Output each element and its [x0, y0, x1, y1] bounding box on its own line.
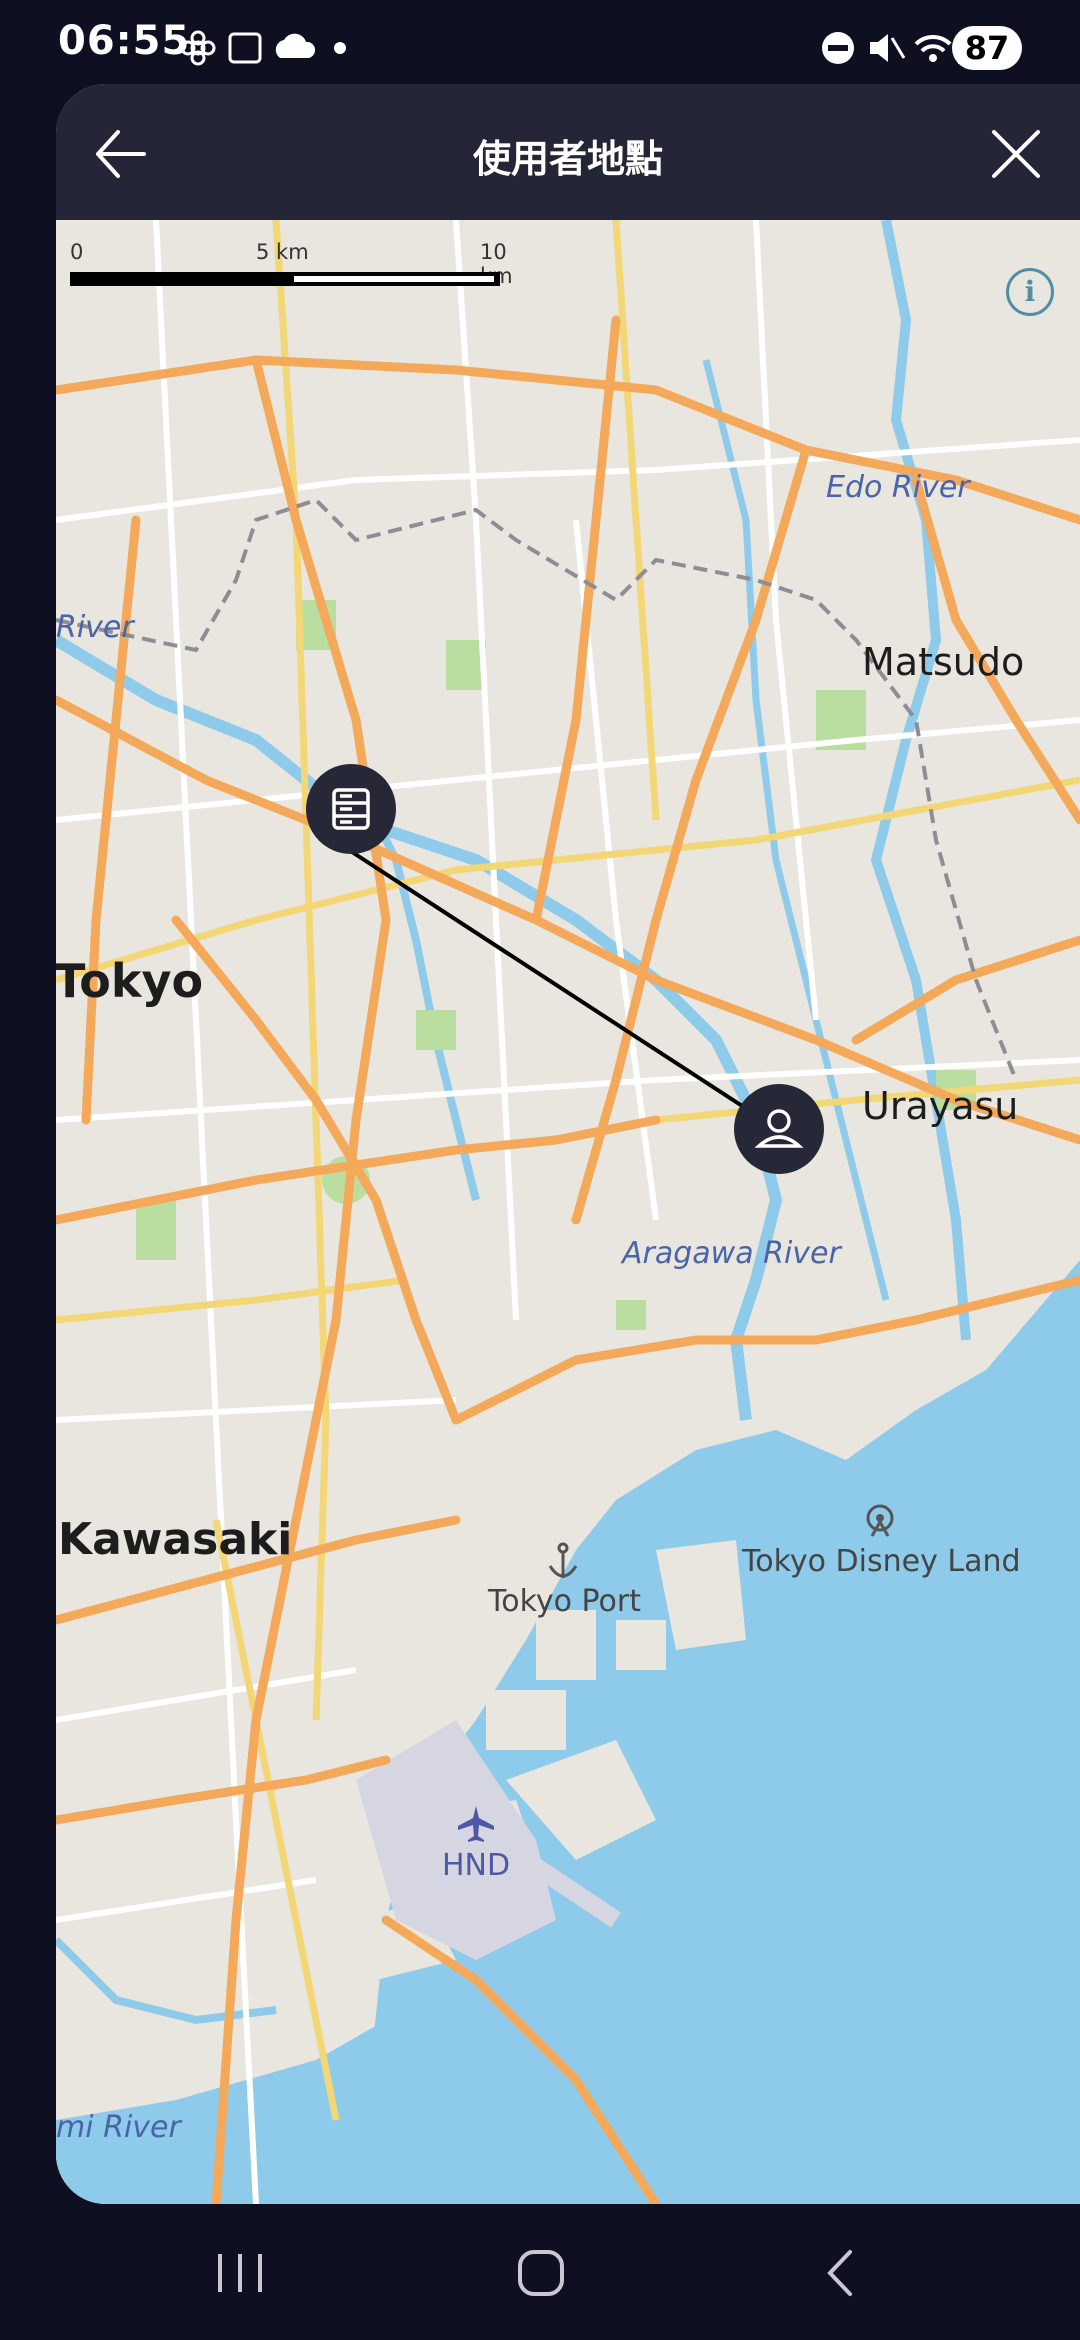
poi-label-tokyo-disney-land: Tokyo Disney Land [742, 1544, 1021, 1579]
map-view[interactable]: 0 5 km 10 km i Matsudo Tokyo Urayasu Kaw… [56, 220, 1080, 2204]
recent-apps-button[interactable] [200, 2238, 280, 2308]
map-canvas [56, 220, 1080, 2204]
scale-bar [70, 272, 500, 286]
status-bar: 06:55 87 [0, 0, 1080, 86]
server-marker[interactable] [306, 764, 396, 854]
place-label-urayasu: Urayasu [862, 1084, 1019, 1128]
server-icon [332, 788, 370, 830]
system-nav-bar [0, 2204, 1080, 2340]
water-label-edo-river: Edo River [826, 470, 970, 505]
recent-apps-icon [218, 2254, 262, 2292]
page-title: 使用者地點 [472, 137, 663, 181]
home-icon [518, 2250, 564, 2296]
user-location-card: 使用者地點 0 5 km 10 i Matsudo Tokyo Urayasu … [56, 84, 1080, 2204]
status-time: 06:55 [58, 18, 191, 64]
scale-bar-segment [294, 276, 494, 282]
user-icon [754, 1109, 804, 1148]
back-icon [827, 2250, 852, 2296]
water-label-river: River [56, 610, 134, 645]
close-icon [992, 130, 1040, 178]
poi-label-tokyo-port: Tokyo Port [488, 1584, 642, 1619]
battery-indicator: 87 [952, 26, 1022, 70]
notification-icons [180, 30, 346, 66]
place-label-tokyo: Tokyo [56, 954, 204, 1008]
poi-label-hnd: HND [442, 1848, 511, 1883]
home-button[interactable] [500, 2238, 580, 2308]
user-marker[interactable] [734, 1084, 824, 1174]
place-label-kawasaki: Kawasaki [58, 1514, 293, 1565]
scale-label-0: 0 [70, 240, 84, 264]
map-info-button[interactable]: i [1006, 268, 1054, 316]
card-header: 使用者地點 [56, 84, 1080, 220]
water-label-aragawa-river: Aragawa River [622, 1236, 841, 1271]
place-label-matsudo: Matsudo [862, 640, 1025, 684]
close-button[interactable] [986, 124, 1046, 184]
airplane-icon [458, 1806, 494, 1842]
water-label-mi-river: mi River [56, 2110, 181, 2145]
amusement-park-icon [866, 1504, 894, 1537]
scale-label-5km: 5 km [256, 240, 309, 264]
back-nav-button[interactable] [800, 2238, 880, 2308]
anchor-icon [548, 1542, 578, 1578]
map-scale: 0 5 km 10 km [70, 240, 513, 300]
